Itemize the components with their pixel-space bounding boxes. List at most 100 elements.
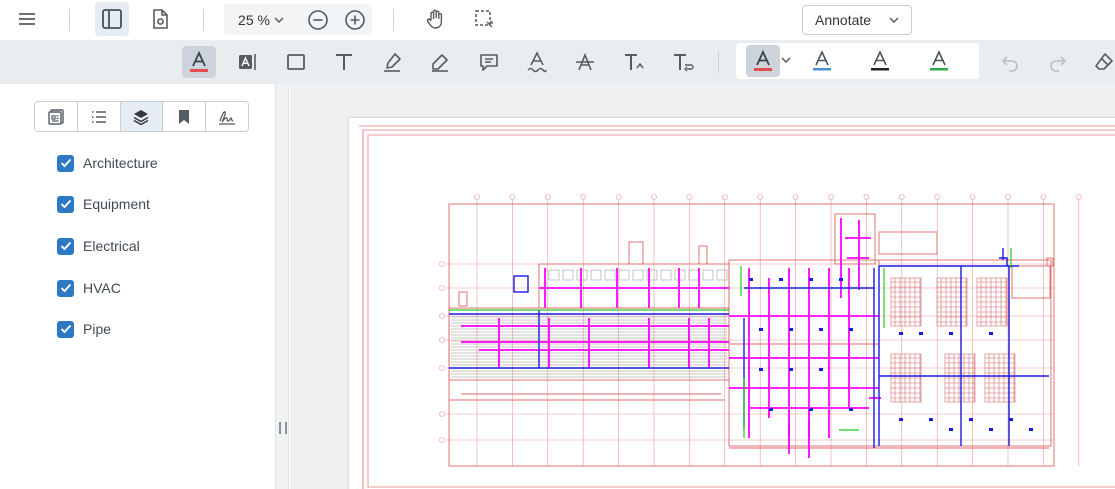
layer-checkbox[interactable]	[57, 279, 74, 297]
electrical-fixture	[949, 428, 953, 431]
layer-checkbox[interactable]	[57, 154, 74, 172]
comment-tool-button[interactable]	[472, 46, 506, 78]
free-text-icon	[239, 54, 256, 70]
layer-item-architecture[interactable]: Architecture	[57, 153, 158, 173]
highlighter-tool-button[interactable]	[375, 46, 409, 78]
document-settings-button[interactable]	[143, 2, 177, 36]
electrical-fixture	[819, 328, 823, 331]
zoom-out-button[interactable]	[301, 3, 335, 37]
zoom-dropdown[interactable]: 25 %	[224, 4, 298, 35]
style-preset-black-button[interactable]	[863, 45, 897, 77]
toolbar-mode-value: Annotate	[815, 12, 872, 28]
pipe-layer	[449, 248, 1012, 438]
zoom-in-button[interactable]	[338, 3, 372, 37]
panel-resize-handle[interactable]	[279, 422, 287, 434]
tab-layers[interactable]	[120, 102, 164, 131]
equipment-unit	[688, 269, 700, 281]
pen-icon	[432, 54, 448, 72]
zoom-controls: 25 %	[224, 4, 372, 35]
freehand-pen-tool-button[interactable]	[423, 46, 457, 78]
grid-bubble	[828, 194, 834, 200]
style-preset-green-button[interactable]	[922, 45, 956, 77]
text-tool-button[interactable]	[327, 46, 361, 78]
document-viewer[interactable]	[290, 84, 1115, 489]
grid-bubble	[439, 337, 445, 343]
active-style-button[interactable]	[746, 45, 780, 77]
grip-bar	[285, 422, 287, 434]
insert-text-tool-button[interactable]	[617, 46, 651, 78]
strikeout-tool-button[interactable]	[568, 46, 602, 78]
layer-item-hvac[interactable]: HVAC	[57, 278, 121, 298]
electrical-fixture	[769, 408, 773, 411]
grid-bubble	[474, 194, 480, 200]
electrical-fixture	[819, 368, 823, 371]
hand-pan-icon	[426, 9, 443, 29]
zoom-value-text: 25 %	[238, 11, 270, 28]
grid-bubble	[934, 194, 941, 200]
header-divider	[393, 9, 394, 31]
chevron-down-icon	[781, 57, 791, 63]
electrical-fixture	[809, 408, 813, 411]
tab-signatures[interactable]	[206, 102, 248, 131]
menu-button[interactable]	[10, 2, 44, 36]
style-dropdown-toggle[interactable]	[781, 57, 791, 63]
equipment-unit	[716, 269, 728, 281]
toggle-left-panel-button[interactable]	[95, 2, 129, 36]
free-text-tool-button[interactable]	[231, 46, 265, 78]
electrical-fixture	[839, 278, 843, 281]
annotation-style-group	[736, 43, 979, 79]
grid-bubble	[615, 194, 622, 200]
equipment-unit	[576, 269, 588, 281]
grid-bubble	[580, 194, 586, 200]
checkmark-icon	[60, 283, 71, 293]
text-color-tool-button[interactable]	[182, 46, 216, 78]
text-color-red-icon	[754, 49, 772, 71]
grid-bubble	[1005, 194, 1011, 200]
grid-bubble	[721, 194, 728, 200]
zoom-out-icon	[308, 10, 328, 30]
eraser-tool-button[interactable]	[1087, 46, 1115, 78]
tab-bookmarks[interactable]	[163, 102, 207, 131]
undo-button[interactable]	[993, 46, 1027, 78]
text-insert-icon	[625, 54, 644, 70]
layer-checkbox[interactable]	[57, 195, 74, 213]
redo-icon	[1050, 56, 1067, 72]
annotation-toolbar	[0, 40, 1115, 84]
select-tool-button[interactable]	[467, 2, 501, 36]
checkmark-icon	[60, 199, 71, 209]
electrical-fixture	[899, 418, 903, 421]
equipment-unit	[604, 269, 616, 281]
grid-bubble	[1040, 194, 1047, 200]
grid-bubble	[439, 365, 445, 371]
layer-label: Equipment	[83, 196, 150, 212]
electrical-fixture	[989, 332, 993, 335]
text-squiggly-icon	[527, 51, 547, 73]
squiggly-tool-button[interactable]	[520, 46, 554, 78]
toolbar-mode-dropdown[interactable]: Annotate	[802, 5, 912, 35]
layer-checkbox[interactable]	[57, 320, 74, 338]
replace-text-tool-button[interactable]	[666, 46, 700, 78]
left-panel-tabs	[34, 101, 249, 132]
signature-icon	[219, 110, 236, 125]
grid-bubble	[439, 285, 445, 291]
grip-bar	[279, 422, 281, 434]
tab-thumbnails[interactable]	[35, 102, 78, 131]
grid-bubble	[439, 437, 445, 443]
style-preset-blue-button[interactable]	[805, 45, 839, 77]
toolbar-divider	[718, 51, 719, 73]
grid-bubble	[898, 194, 905, 200]
layer-item-equipment[interactable]: Equipment	[57, 194, 150, 214]
layer-item-pipe[interactable]: Pipe	[57, 319, 111, 339]
pan-tool-button[interactable]	[418, 2, 452, 36]
tab-outline[interactable]	[77, 102, 121, 131]
left-panel: Architecture Equipment Electrical HVAC P…	[0, 84, 276, 489]
document-gear-icon	[153, 9, 168, 29]
electrical-fixture	[779, 278, 783, 281]
layer-item-electrical[interactable]: Electrical	[57, 236, 140, 256]
redo-button[interactable]	[1041, 46, 1075, 78]
grid-bubble	[792, 194, 799, 200]
rectangle-tool-button[interactable]	[279, 46, 313, 78]
document-page	[349, 118, 1115, 489]
rectangle-icon	[287, 54, 305, 70]
layer-checkbox[interactable]	[57, 237, 74, 255]
